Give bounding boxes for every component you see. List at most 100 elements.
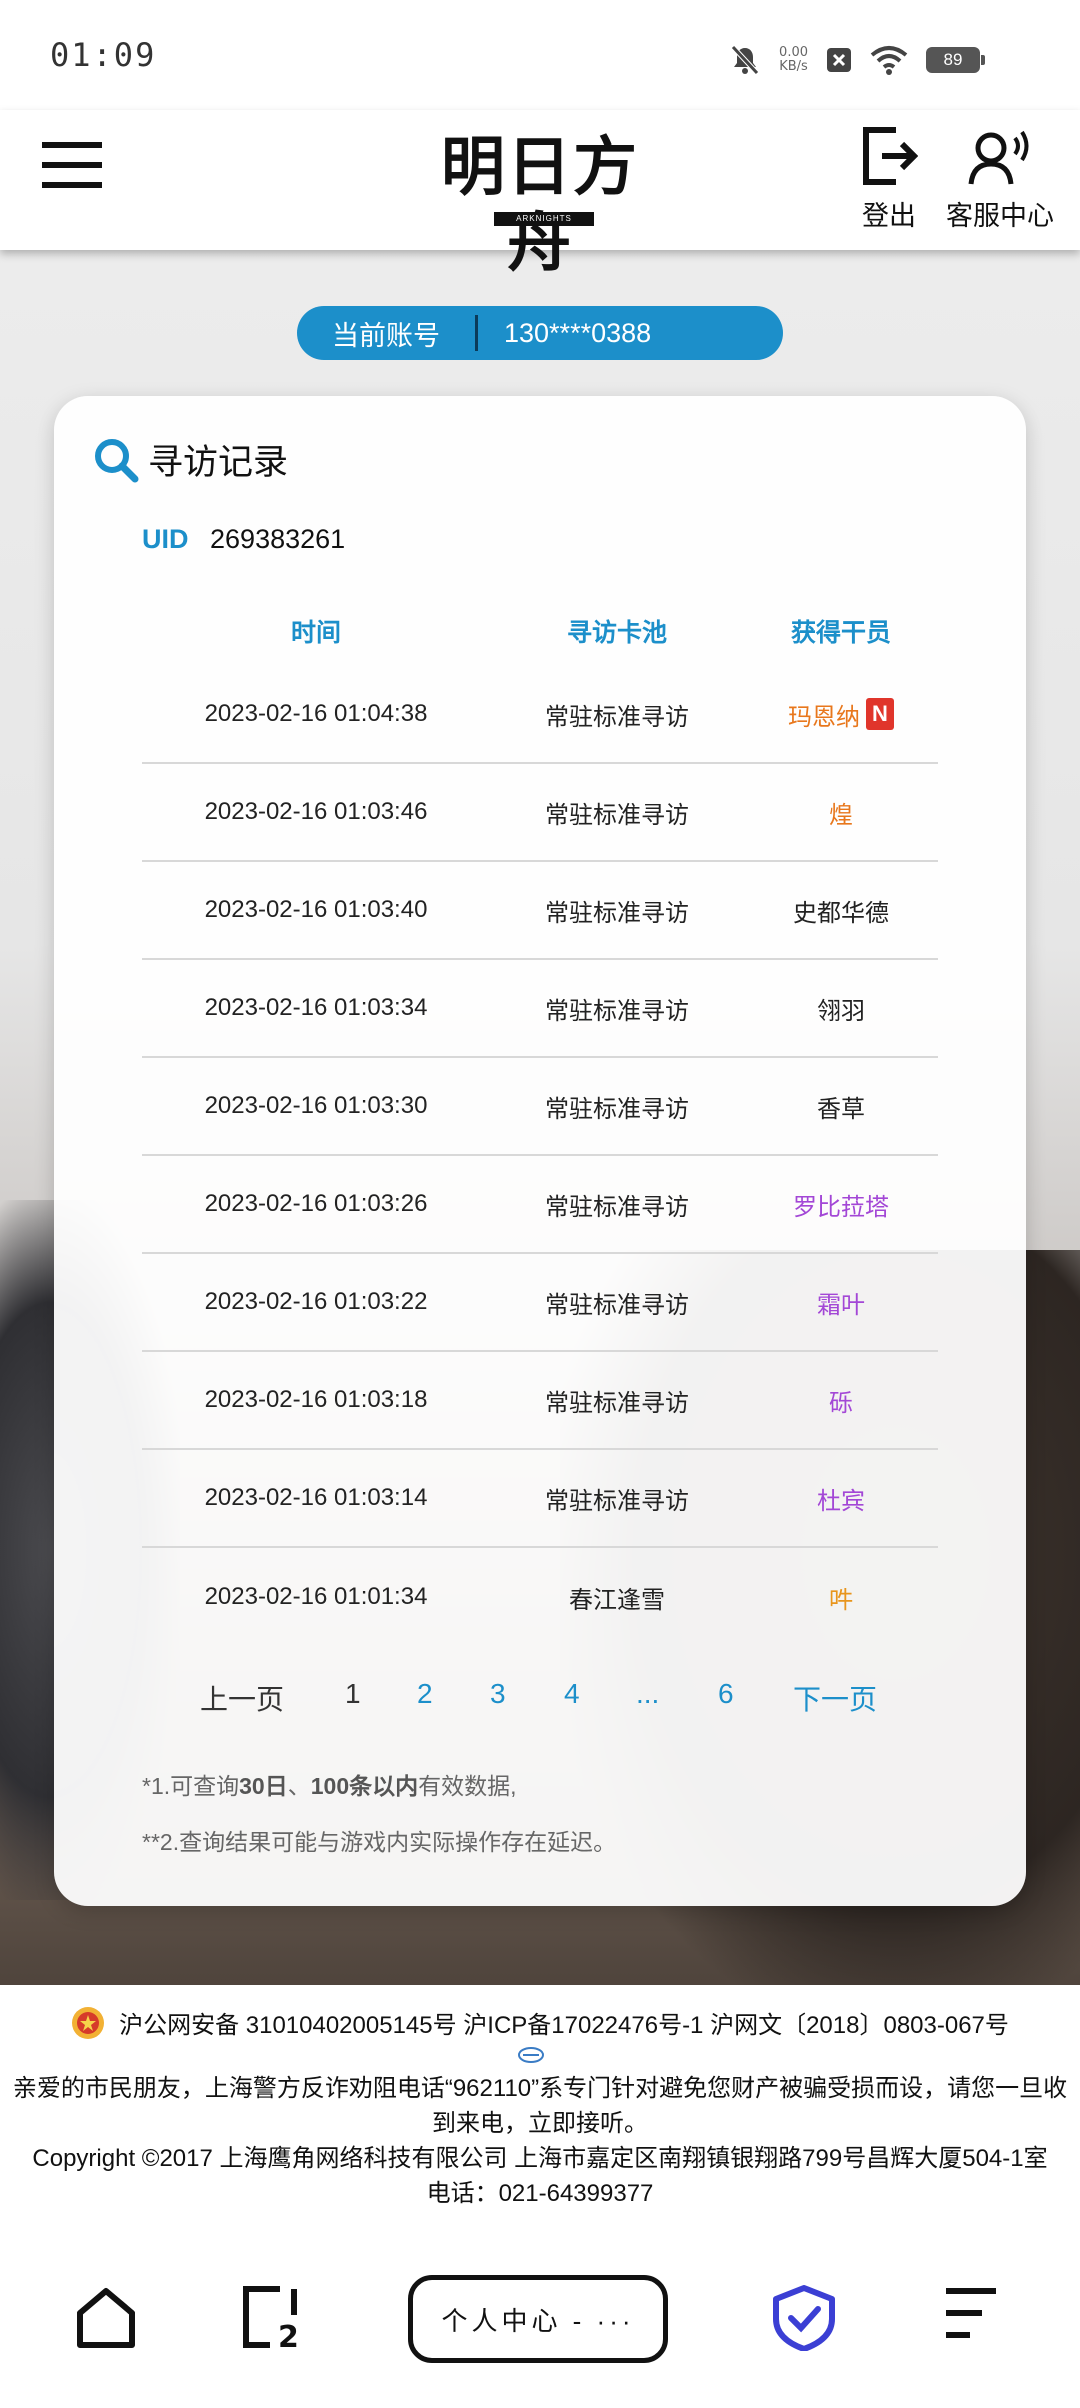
- home-button[interactable]: [74, 2285, 138, 2354]
- row-pool: 常驻标准寻访: [545, 997, 689, 1025]
- row-operator-cell: 罗比菈塔: [744, 1187, 938, 1222]
- row-pool: 常驻标准寻访: [545, 1193, 689, 1221]
- pagination-page-4[interactable]: 4: [564, 1678, 580, 1710]
- row-pool: 春江逢雪: [569, 1586, 665, 1614]
- table-row: 2023-02-16 01:03:40 常驻标准寻访 史都华德: [142, 862, 938, 960]
- browser-bottom-nav: 2 个人中心 - ···: [0, 2225, 1080, 2408]
- gacha-record-card: 寻访记录 UID 269383261 时间 寻访卡池 获得干员 2023-02-…: [54, 396, 1026, 1906]
- row-time: 2023-02-16 01:03:14: [204, 1484, 428, 1511]
- table-row: 2023-02-16 01:01:34 春江逢雪 吽: [142, 1548, 938, 1646]
- row-operator: 玛恩纳: [788, 703, 860, 731]
- pagination-ellipsis[interactable]: ...: [636, 1678, 659, 1710]
- table-row: 2023-02-16 01:03:14 常驻标准寻访 杜宾: [142, 1450, 938, 1548]
- footer-phone: 电话：021-64399377: [426, 2180, 654, 2207]
- row-time: 2023-02-16 01:03:46: [204, 798, 428, 825]
- logout-button[interactable]: 登出: [860, 126, 918, 233]
- tabs-count: 2: [278, 2320, 299, 2351]
- row-operator-cell: 史都华德: [744, 893, 938, 928]
- table-row: 2023-02-16 01:03:18 常驻标准寻访 砾: [142, 1352, 938, 1450]
- row-time: 2023-02-16 01:03:26: [204, 1190, 428, 1217]
- uid-value: 269383261: [210, 524, 346, 554]
- row-operator-cell: 霜叶: [744, 1285, 938, 1320]
- row-operator: 砾: [829, 1389, 853, 1417]
- pagination-prev-button[interactable]: 上一页: [200, 1678, 284, 1718]
- row-time: 2023-02-16 01:03:34: [204, 994, 428, 1021]
- pagination-page-current[interactable]: 1: [345, 1678, 361, 1710]
- column-header-time: 时间: [290, 619, 341, 647]
- hamburger-line-icon: [42, 162, 102, 168]
- row-operator: 吽: [829, 1586, 853, 1614]
- police-emblem-icon: [72, 2006, 105, 2039]
- row-operator-cell: 香草: [744, 1089, 938, 1124]
- shield-check-icon: [773, 2285, 835, 2352]
- row-operator: 煌: [829, 801, 853, 829]
- footer-anti-fraud-notice: 亲爱的市民朋友，上海警方反诈劝阻电话“962110”系专门针对避免您财产被骗受损…: [12, 2075, 1068, 2137]
- hamburger-menu-button[interactable]: [42, 140, 102, 190]
- customer-service-button[interactable]: 客服中心: [946, 126, 1054, 233]
- row-time: 2023-02-16 01:01:34: [204, 1583, 428, 1610]
- hamburger-line-icon: [42, 182, 102, 188]
- footer-license-text[interactable]: 沪公网安备 31010402005145号 沪ICP备17022476号-1 沪…: [119, 2005, 1009, 2040]
- column-header-operator: 获得干员: [790, 619, 891, 647]
- new-badge: N: [866, 698, 894, 730]
- row-operator: 翎羽: [817, 997, 865, 1025]
- row-pool: 常驻标准寻访: [545, 899, 689, 927]
- network-speed: 0.00 KB/s: [779, 45, 808, 74]
- tabs-button[interactable]: 2: [240, 2285, 306, 2356]
- address-bar-pill[interactable]: 个人中心 - ···: [408, 2275, 668, 2363]
- browser-menu-button[interactable]: [942, 2285, 1000, 2346]
- status-time: 01:09: [50, 36, 157, 74]
- uid-row: UID 269383261: [142, 524, 345, 555]
- column-header-pool: 寻访卡池: [566, 619, 667, 647]
- row-time: 2023-02-16 01:03:40: [204, 896, 428, 923]
- status-icons: 0.00 KB/s 89: [729, 40, 985, 80]
- app-header: 明日方舟 ARKNIGHTS 登出 客服中心: [0, 110, 1080, 281]
- row-pool: 常驻标准寻访: [545, 1389, 689, 1417]
- row-operator-cell: 翎羽: [744, 991, 938, 1026]
- pagination-next-button[interactable]: 下一页: [793, 1678, 877, 1718]
- note-1: *1.可查询30日、100条以内有效数据,: [142, 1773, 517, 1799]
- row-time: 2023-02-16 01:03:18: [204, 1386, 428, 1413]
- row-time: 2023-02-16 01:03:22: [204, 1288, 428, 1315]
- row-operator-cell: 玛恩纳 N: [744, 697, 938, 732]
- row-operator: 香草: [817, 1095, 865, 1123]
- row-pool: 常驻标准寻访: [545, 703, 689, 731]
- home-icon: [77, 2288, 135, 2348]
- hamburger-line-icon: [42, 142, 102, 148]
- uid-label: UID: [142, 524, 189, 554]
- battery-indicator: 89: [926, 47, 985, 73]
- current-account-pill: 当前账号 130****0388: [297, 306, 783, 360]
- table-row: 2023-02-16 01:03:26 常驻标准寻访 罗比菈塔: [142, 1156, 938, 1254]
- wifi-icon: [870, 46, 908, 75]
- footer-copyright: Copyright ©2017 上海鹰角网络科技有限公司 上海市嘉定区南翔镇银翔…: [32, 2145, 1048, 2172]
- record-table: 时间 寻访卡池 获得干员 2023-02-16 01:04:38 常驻标准寻访 …: [142, 596, 938, 1646]
- row-operator-cell: 砾: [744, 1383, 938, 1418]
- row-operator-cell: 吽: [744, 1580, 938, 1615]
- pagination-page-last[interactable]: 6: [718, 1678, 734, 1710]
- mute-bell-icon: [731, 45, 759, 75]
- account-value: 130****0388: [504, 317, 652, 348]
- app-notification-icon: [827, 48, 851, 72]
- search-icon: [95, 438, 139, 482]
- footer-license-line: 沪公网安备 31010402005145号 沪ICP备17022476号-1 沪…: [0, 2005, 1080, 2040]
- network-culture-icon: [518, 2047, 544, 2063]
- row-time: 2023-02-16 01:03:30: [204, 1092, 428, 1119]
- account-label: 当前账号: [332, 320, 440, 351]
- pagination-page-3[interactable]: 3: [490, 1678, 506, 1710]
- arknights-logo: 明日方舟 ARKNIGHTS: [441, 130, 639, 281]
- row-operator-cell: 煌: [744, 795, 938, 830]
- row-pool: 常驻标准寻访: [545, 801, 689, 829]
- tabs-icon: 2: [243, 2286, 299, 2355]
- row-pool: 常驻标准寻访: [545, 1095, 689, 1123]
- row-operator: 霜叶: [817, 1291, 865, 1319]
- row-pool: 常驻标准寻访: [545, 1291, 689, 1319]
- row-operator-cell: 杜宾: [744, 1481, 938, 1516]
- table-row: 2023-02-16 01:04:38 常驻标准寻访 玛恩纳 N: [142, 666, 938, 764]
- logout-icon: [863, 127, 918, 185]
- security-shield-button[interactable]: [772, 2285, 836, 2356]
- record-title: 寻访记录: [148, 443, 289, 482]
- site-footer: 沪公网安备 31010402005145号 沪ICP备17022476号-1 沪…: [0, 1985, 1080, 2225]
- menu-lines-icon: [946, 2288, 996, 2338]
- pagination-page-2[interactable]: 2: [417, 1678, 433, 1710]
- query-notes: *1.可查询30日、100条以内有效数据, **2.查询结果可能与游戏内实际操作…: [142, 1758, 616, 1870]
